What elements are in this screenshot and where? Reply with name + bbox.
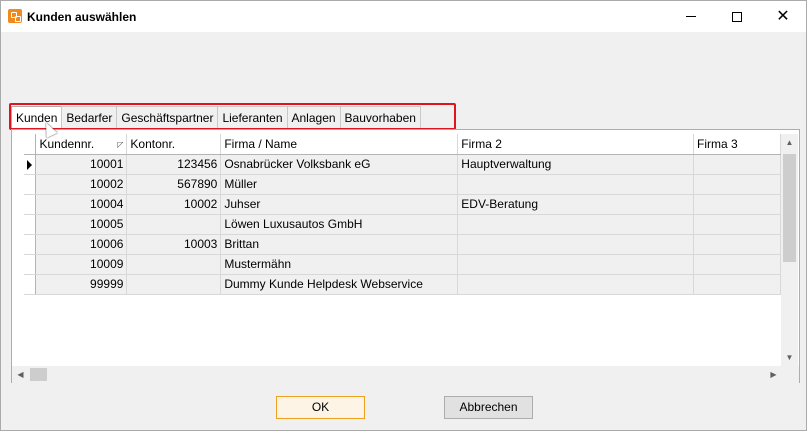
cell-kundennr: 10006 (35, 234, 128, 255)
cell-firma3 (693, 214, 781, 235)
row-indicator (24, 234, 37, 255)
cell-firma2: EDV-Beratung (457, 194, 695, 215)
cell-firma: Osnabrücker Volksbank eG (220, 154, 459, 175)
cell-firma3 (693, 274, 781, 295)
cell-firma: Dummy Kunde Helpdesk Webservice (220, 274, 459, 295)
horizontal-scrollbar[interactable]: ◀ ▶ (12, 366, 799, 383)
row-indicator (24, 274, 37, 295)
cell-kontonr: 123456 (126, 154, 222, 175)
cell-kundennr: 10001 (35, 154, 128, 175)
horizontal-scroll-thumb[interactable] (30, 368, 47, 381)
scroll-down-icon[interactable]: ▼ (781, 349, 798, 366)
customer-grid[interactable]: Kundennr. ◸ Kontonr. Firma / Name Firma 2… (24, 134, 781, 366)
cell-kundennr: 10005 (35, 214, 128, 235)
cell-firma2 (457, 274, 695, 295)
title-bar: Kunden auswählen ✕ (1, 1, 806, 32)
sort-icon: ◸ (117, 139, 124, 149)
column-header-firma3[interactable]: Firma 3 (693, 134, 781, 155)
close-button[interactable]: ✕ (760, 1, 806, 32)
cell-kontonr (126, 254, 222, 275)
current-row-icon (27, 159, 32, 170)
cell-firma: Löwen Luxusautos GmbH (220, 214, 459, 235)
column-label: Kundennr. (39, 136, 95, 151)
cell-firma: Juhser (220, 194, 459, 215)
cell-firma3 (693, 154, 781, 175)
cell-kundennr: 10002 (35, 174, 128, 195)
ok-button[interactable]: OK (276, 396, 365, 419)
window-title: Kunden auswählen (27, 10, 137, 24)
maximize-button[interactable] (714, 1, 760, 32)
table-row[interactable]: 10009 Mustermähn (24, 254, 781, 275)
cell-kundennr: 10009 (35, 254, 128, 275)
cell-kontonr: 10003 (126, 234, 222, 255)
column-header-firma-name[interactable]: Firma / Name (220, 134, 459, 155)
table-row[interactable]: 10004 10002 Juhser EDV-Beratung (24, 194, 781, 215)
cell-firma2 (457, 174, 695, 195)
column-header-kundennr[interactable]: Kundennr. ◸ (35, 134, 128, 155)
tab-panel: Kundennr. ◸ Kontonr. Firma / Name Firma 2… (11, 129, 800, 383)
scroll-right-icon[interactable]: ▶ (765, 366, 782, 383)
cell-kundennr: 99999 (35, 274, 128, 295)
cell-firma3 (693, 194, 781, 215)
cell-kontonr: 10002 (126, 194, 222, 215)
table-row[interactable]: 10002 567890 Müller (24, 174, 781, 195)
table-row[interactable]: 10005 Löwen Luxusautos GmbH (24, 214, 781, 235)
vertical-scrollbar[interactable]: ▲ ▼ (781, 134, 798, 366)
cell-kundennr: 10004 (35, 194, 128, 215)
cell-firma3 (693, 174, 781, 195)
scroll-up-icon[interactable]: ▲ (781, 134, 798, 151)
row-indicator (24, 214, 37, 235)
cell-kontonr: 567890 (126, 174, 222, 195)
cell-firma2 (457, 234, 695, 255)
row-indicator (24, 154, 37, 175)
app-icon (8, 9, 22, 23)
cell-firma: Brittan (220, 234, 459, 255)
cell-firma2: Hauptverwaltung (457, 154, 695, 175)
table-row[interactable]: 10006 10003 Brittan (24, 234, 781, 255)
cell-firma: Müller (220, 174, 459, 195)
cell-firma3 (693, 254, 781, 275)
table-header-row: Kundennr. ◸ Kontonr. Firma / Name Firma 2… (24, 134, 781, 155)
cell-kontonr (126, 214, 222, 235)
cell-firma2 (457, 214, 695, 235)
close-icon: ✕ (776, 7, 790, 25)
cell-firma: Mustermähn (220, 254, 459, 275)
cancel-button[interactable]: Abbrechen (444, 396, 533, 419)
row-indicator (24, 194, 37, 215)
customer-table: Kundennr. ◸ Kontonr. Firma / Name Firma 2… (24, 134, 781, 295)
dialog-window: Kunden auswählen ✕ Kunden Bedarfer Gesch… (0, 0, 807, 431)
cell-kontonr (126, 274, 222, 295)
minimize-button[interactable] (668, 1, 714, 32)
column-header-firma2[interactable]: Firma 2 (457, 134, 695, 155)
cell-firma3 (693, 234, 781, 255)
row-indicator-header (24, 134, 37, 155)
column-header-kontonr[interactable]: Kontonr. (126, 134, 222, 155)
tab-highlight-frame (9, 103, 456, 130)
row-indicator (24, 174, 37, 195)
table-row[interactable]: 10001 123456 Osnabrücker Volksbank eG Ha… (24, 154, 781, 175)
table-row[interactable]: 99999 Dummy Kunde Helpdesk Webservice (24, 274, 781, 295)
vertical-scroll-thumb[interactable] (783, 154, 796, 262)
cell-firma2 (457, 254, 695, 275)
row-indicator (24, 254, 37, 275)
maximize-icon (732, 11, 742, 22)
minimize-icon (686, 16, 696, 17)
scroll-left-icon[interactable]: ◀ (12, 366, 29, 383)
